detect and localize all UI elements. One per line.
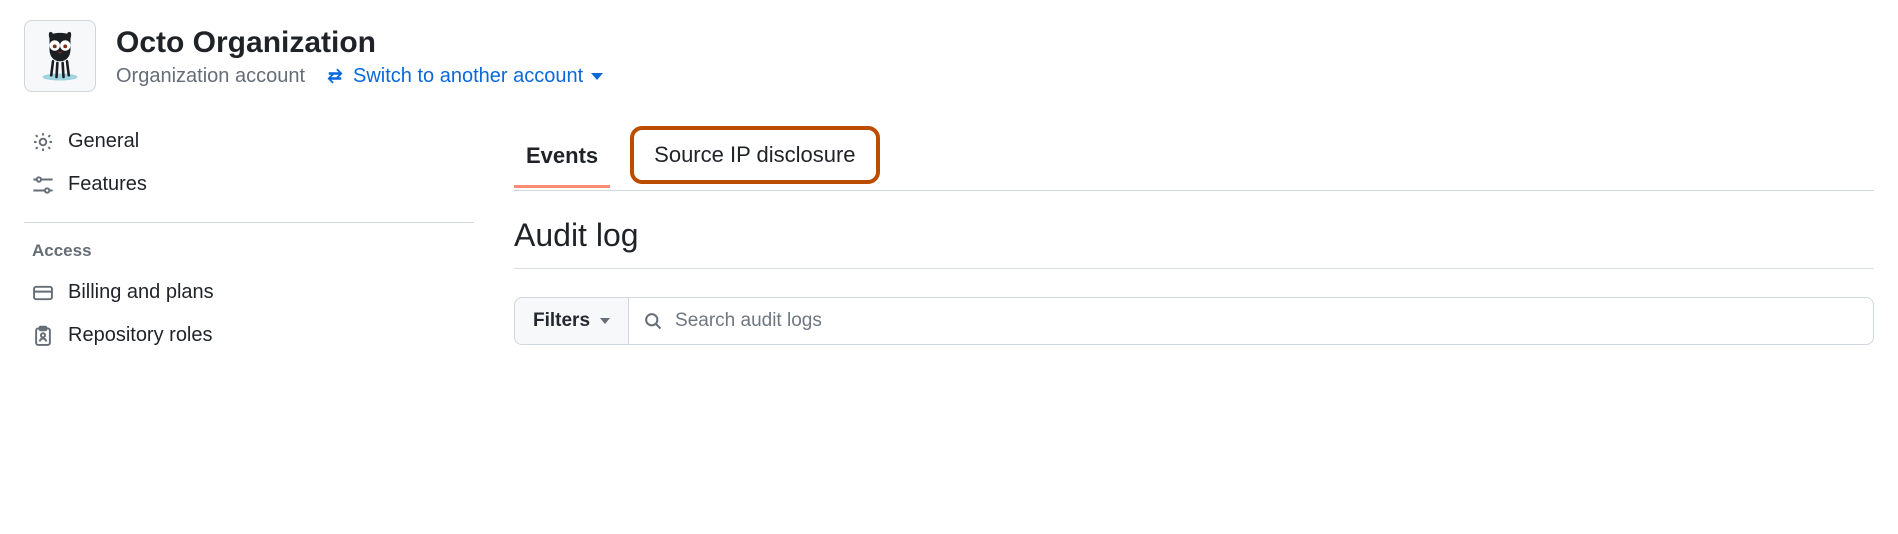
org-avatar (24, 20, 96, 92)
tab-events[interactable]: Events (514, 129, 610, 187)
arrow-switch-icon (325, 66, 345, 86)
sidebar-item-label: General (68, 130, 139, 153)
sidebar-item-billing[interactable]: Billing and plans (24, 271, 474, 314)
caret-down-icon (591, 73, 603, 80)
sliders-icon (32, 174, 54, 196)
org-subtitle: Organization account (116, 65, 305, 88)
tab-label: Events (526, 143, 598, 168)
sidebar-item-label: Repository roles (68, 324, 213, 347)
org-header: Octo Organization Organization account S… (24, 20, 1898, 92)
main-content: Events Source IP disclosure Audit log Fi… (514, 120, 1898, 345)
sidebar-section-title: Access (24, 235, 474, 271)
filters-label: Filters (533, 310, 590, 332)
title-divider (514, 268, 1874, 269)
filter-row: Filters (514, 297, 1874, 345)
sidebar-item-features[interactable]: Features (24, 163, 474, 206)
octocat-icon (32, 28, 88, 84)
sidebar: General Features Access Billing and plan… (24, 120, 474, 357)
tab-label: Source IP disclosure (654, 142, 855, 167)
sidebar-divider (24, 222, 474, 223)
sidebar-item-repo-roles[interactable]: Repository roles (24, 314, 474, 357)
clipboard-person-icon (32, 325, 54, 347)
page-title: Audit log (514, 217, 1874, 254)
search-icon (643, 311, 663, 331)
search-input[interactable] (675, 298, 1859, 344)
credit-card-icon (32, 282, 54, 304)
caret-down-icon (600, 318, 610, 324)
gear-icon (32, 131, 54, 153)
sidebar-item-label: Billing and plans (68, 281, 214, 304)
switch-account-label: Switch to another account (353, 65, 583, 88)
filters-button[interactable]: Filters (514, 297, 628, 345)
search-wrapper[interactable] (628, 297, 1874, 345)
tabs: Events Source IP disclosure (514, 120, 1874, 191)
org-title: Octo Organization (116, 25, 603, 61)
sidebar-item-general[interactable]: General (24, 120, 474, 163)
tab-source-ip-disclosure[interactable]: Source IP disclosure (630, 126, 879, 184)
sidebar-item-label: Features (68, 173, 147, 196)
switch-account-link[interactable]: Switch to another account (325, 65, 603, 88)
